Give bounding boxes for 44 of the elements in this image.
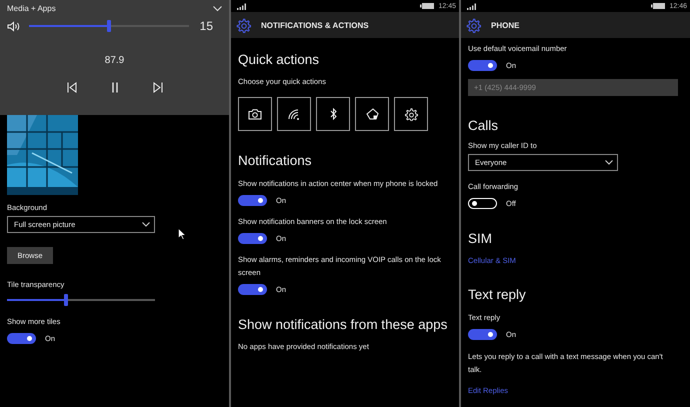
signal-icon <box>236 2 246 10</box>
toggle-switch[interactable] <box>238 233 267 244</box>
speaker-icon[interactable] <box>7 20 21 32</box>
settings-icon[interactable] <box>236 18 251 32</box>
section-heading: SIM <box>468 231 492 246</box>
signal-arcs-icon <box>288 108 300 120</box>
pause-icon[interactable] <box>110 82 118 93</box>
chevron-icon <box>605 160 613 165</box>
station-text: 87.9 <box>104 55 124 66</box>
toggle-switch[interactable] <box>468 198 497 209</box>
toggle-switch[interactable] <box>468 329 497 340</box>
section-heading: Text reply <box>468 287 526 302</box>
section-heading: Notifications <box>238 153 312 168</box>
camera-icon <box>248 108 262 120</box>
settings-icon[interactable] <box>466 18 481 32</box>
signal-icon <box>466 2 476 10</box>
slider-thumb[interactable] <box>107 20 111 32</box>
quick-action-button[interactable] <box>316 97 350 131</box>
next-icon[interactable] <box>152 82 162 93</box>
toggle-switch[interactable] <box>7 333 36 344</box>
toggle-switch[interactable] <box>238 284 267 295</box>
section-heading: Show notifications from these apps <box>238 317 448 332</box>
quick-action-button[interactable] <box>238 97 272 131</box>
chevron-icon[interactable] <box>213 6 222 12</box>
battery-icon <box>420 3 434 9</box>
quick-action-button[interactable] <box>355 97 389 131</box>
toggle-switch[interactable] <box>468 60 497 71</box>
settings-icon <box>404 108 418 120</box>
volume-reading: 15 <box>198 19 213 33</box>
page-title: PHONE <box>491 20 520 30</box>
section-heading: Calls <box>468 118 498 133</box>
bluetooth-icon <box>330 108 336 120</box>
house-icon <box>366 108 378 120</box>
quick-action-button[interactable] <box>394 97 428 131</box>
quick-action-button[interactable] <box>277 97 311 131</box>
slider-thumb[interactable] <box>64 294 68 306</box>
chevron-icon <box>142 222 150 227</box>
cursor-icon <box>178 228 186 240</box>
section-heading: Quick actions <box>238 52 320 67</box>
page-title: NOTIFICATIONS & ACTIONS <box>261 20 369 30</box>
battery-icon <box>651 3 666 9</box>
volume-title: Media + Apps <box>7 4 56 13</box>
toggle-switch[interactable] <box>238 195 267 206</box>
previous-icon[interactable] <box>66 82 76 93</box>
